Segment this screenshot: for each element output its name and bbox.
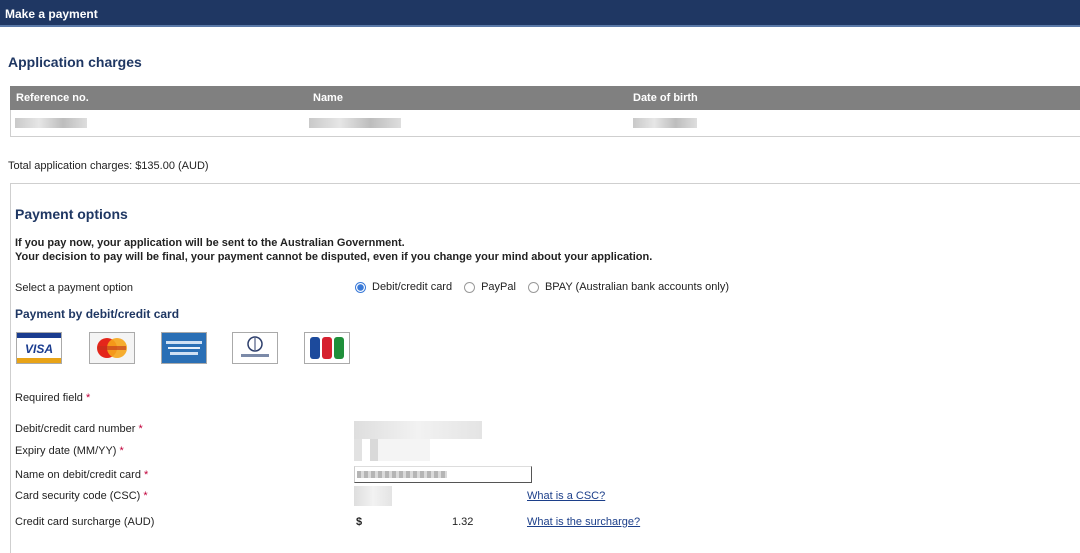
- radio-label-bpay[interactable]: BPAY (Australian bank accounts only): [545, 281, 729, 293]
- required-field-note: Required field *: [15, 392, 90, 404]
- redacted-reference: [15, 118, 87, 128]
- csc-input[interactable]: [354, 486, 392, 506]
- surcharge-value: 1.32: [452, 516, 474, 528]
- radio-label-debit-credit-card[interactable]: Debit/credit card: [372, 281, 452, 293]
- csc-label-text: Card security code (CSC): [15, 490, 141, 502]
- redacted-date-of-birth: [633, 118, 697, 128]
- column-name: Name: [313, 92, 343, 104]
- radio-bpay[interactable]: [527, 281, 539, 293]
- radio-paypal[interactable]: [464, 281, 476, 293]
- required-marker: *: [144, 469, 149, 481]
- card-name-label-text: Name on debit/credit card: [15, 469, 141, 481]
- card-number-label-text: Debit/credit card number: [15, 423, 136, 435]
- diners-club-icon: [232, 332, 278, 364]
- card-number-input[interactable]: [354, 421, 482, 439]
- jcb-icon: [304, 332, 350, 364]
- card-payment-heading: Payment by debit/credit card: [15, 307, 180, 321]
- payment-option-group: Debit/credit card PayPal BPAY (Australia…: [355, 281, 735, 293]
- charges-table-header: Reference no. Name Date of birth: [10, 86, 1080, 110]
- csc-label: Card security code (CSC) *: [15, 490, 148, 502]
- redacted-card-name: [357, 471, 447, 478]
- required-marker: *: [119, 445, 124, 457]
- payment-option-label: Select a payment option: [15, 282, 134, 294]
- notice-line-2: Your decision to pay will be final, your…: [15, 251, 653, 263]
- expiry-date-input[interactable]: [354, 439, 430, 461]
- surcharge-label: Credit card surcharge (AUD): [15, 516, 155, 528]
- visa-icon: VISA: [16, 332, 62, 364]
- radio-debit-credit-card[interactable]: [355, 281, 366, 293]
- csc-help-link[interactable]: What is a CSC?: [527, 490, 605, 502]
- window-title: Make a payment: [5, 7, 98, 21]
- card-name-input[interactable]: [354, 466, 532, 483]
- column-reference: Reference no.: [16, 92, 89, 104]
- notice-line-1: If you pay now, your application will be…: [15, 237, 405, 249]
- surcharge-currency: $: [356, 516, 363, 528]
- title-bar: Make a payment: [0, 0, 1080, 27]
- radio-label-paypal[interactable]: PayPal: [481, 281, 516, 293]
- table-row: [10, 110, 1080, 137]
- surcharge-help-link[interactable]: What is the surcharge?: [527, 516, 640, 528]
- application-charges-heading: Application charges: [8, 54, 142, 70]
- required-marker: *: [85, 392, 91, 404]
- mastercard-icon: [89, 332, 135, 364]
- amex-icon: [161, 332, 207, 364]
- required-marker: *: [143, 490, 148, 502]
- redacted-name: [309, 118, 401, 128]
- payment-options-heading: Payment options: [15, 206, 128, 222]
- total-charges: Total application charges: $135.00 (AUD): [8, 160, 209, 172]
- card-name-label: Name on debit/credit card *: [15, 469, 148, 481]
- card-number-label: Debit/credit card number *: [15, 423, 143, 435]
- required-marker: *: [138, 423, 143, 435]
- expiry-date-label-text: Expiry date (MM/YY): [15, 445, 117, 457]
- expiry-date-label: Expiry date (MM/YY) *: [15, 445, 124, 457]
- required-field-label: Required field: [15, 392, 83, 404]
- column-date-of-birth: Date of birth: [633, 92, 698, 104]
